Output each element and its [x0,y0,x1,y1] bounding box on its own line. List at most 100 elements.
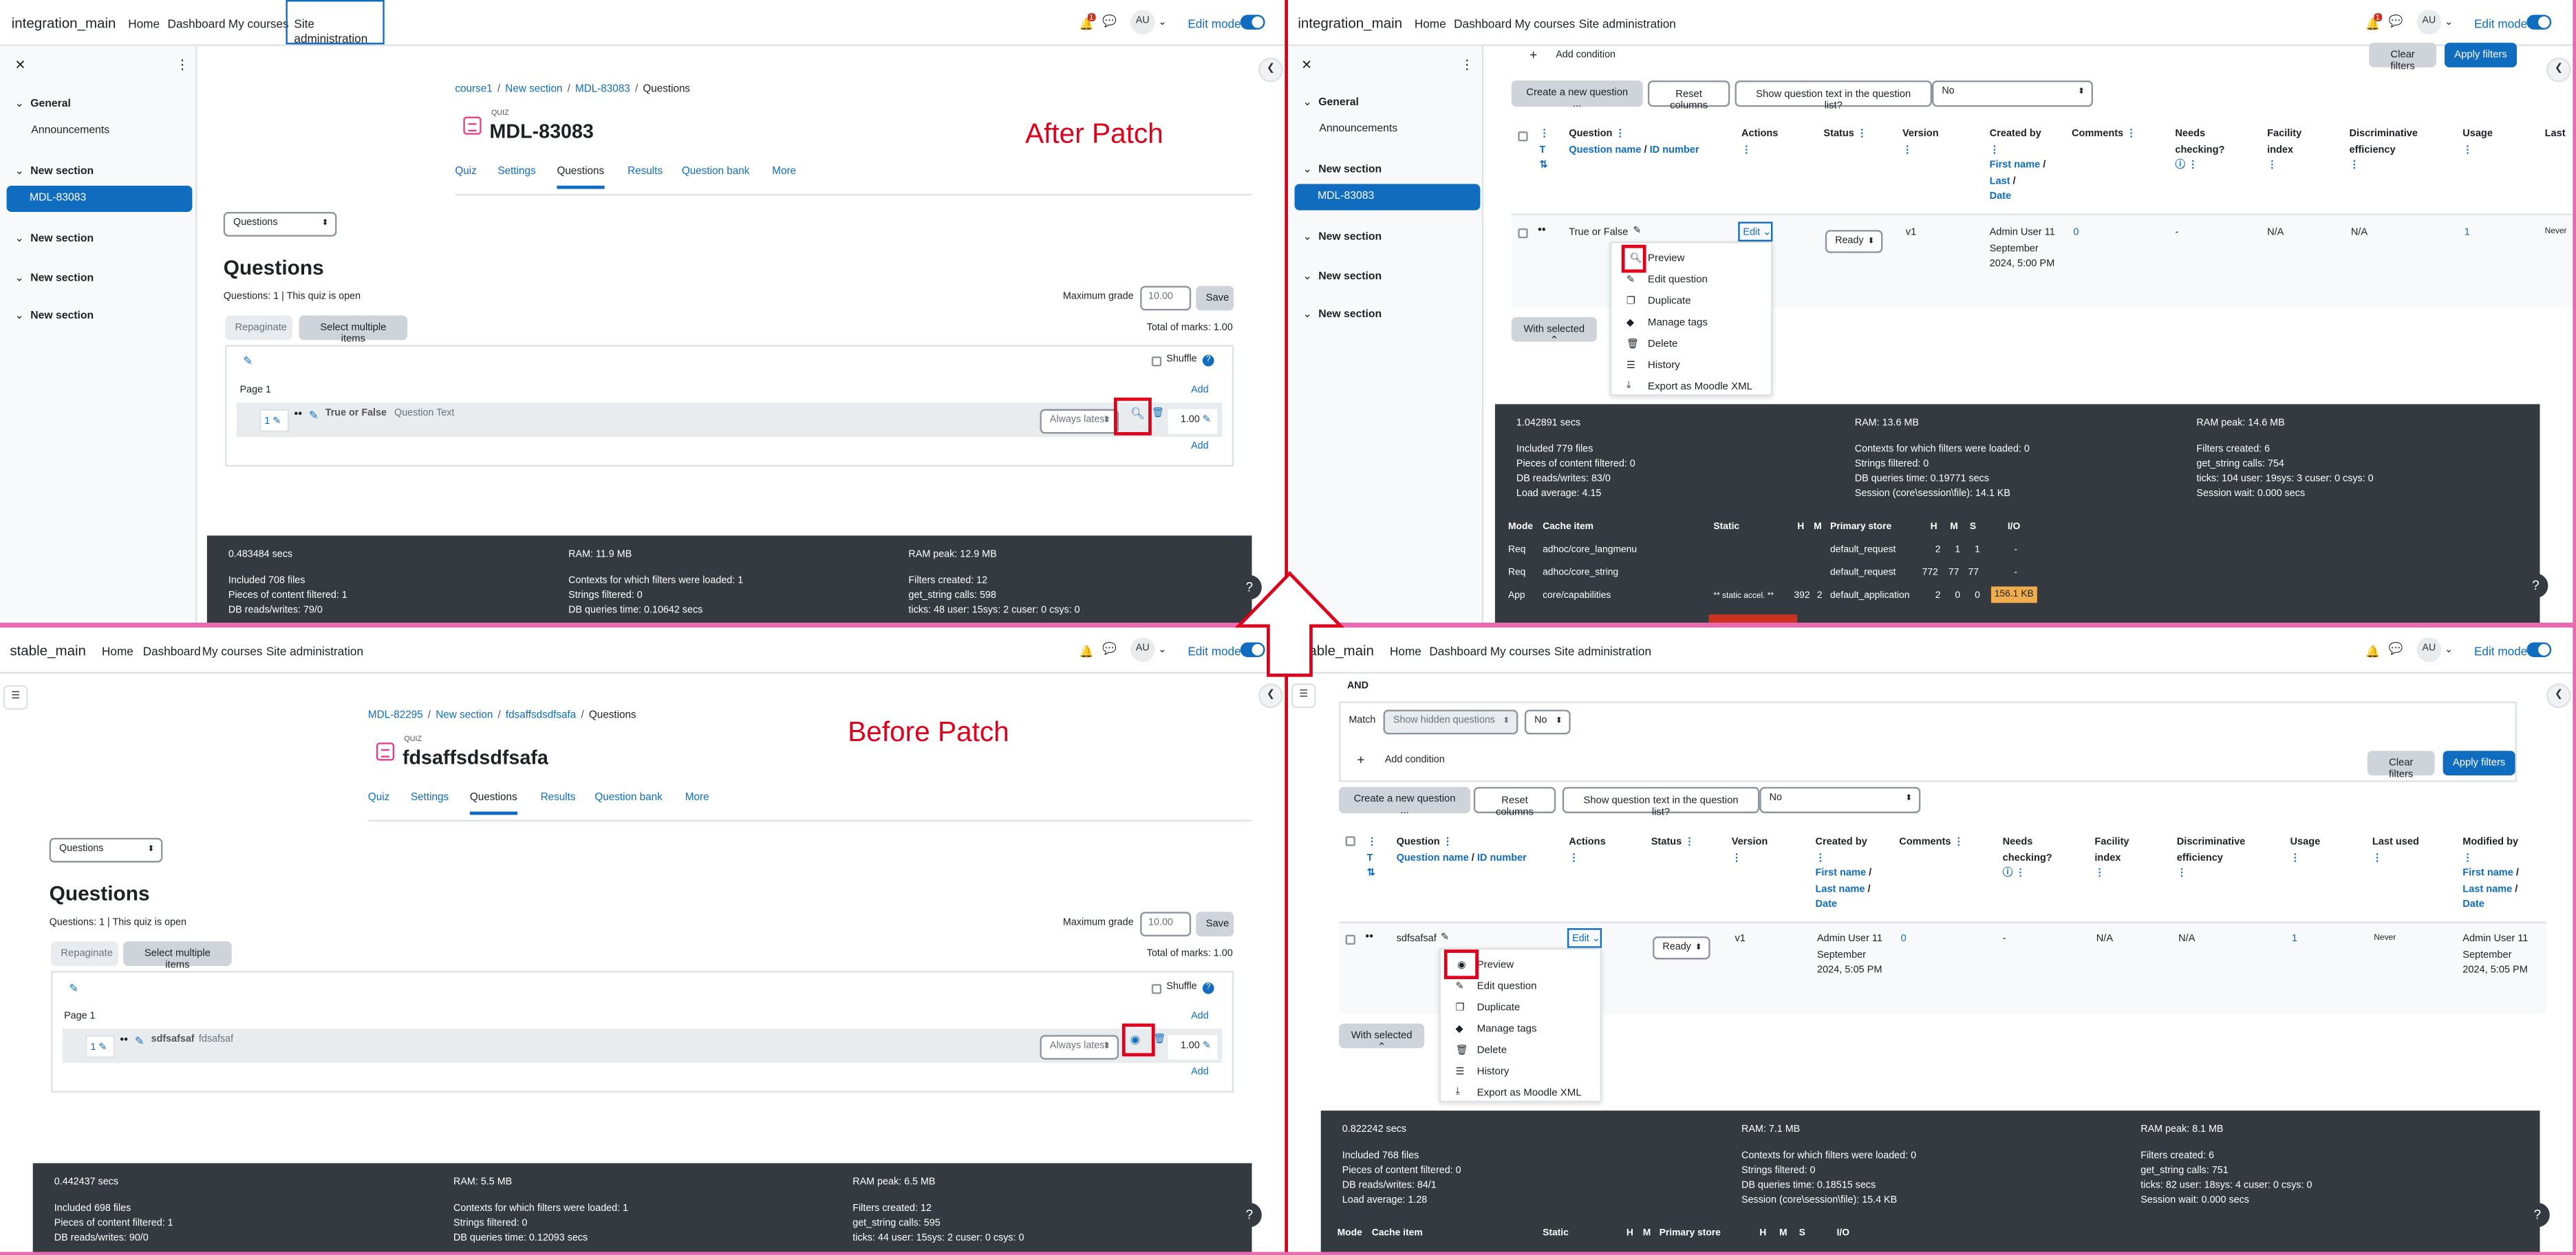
move-icon[interactable]: •• [120,1035,128,1047]
chevron-left-icon[interactable]: ❮ [1258,683,1283,709]
menu-delete[interactable]: Delete [1477,1045,1507,1057]
breadcrumb-section[interactable]: New section [505,84,562,96]
questions-select[interactable]: Questions [49,837,163,863]
col-type[interactable]: ⋮ T ⇅ [1539,127,1556,173]
col-comments[interactable]: Comments ⋮ [1899,835,1989,850]
nav-home[interactable]: Home [1390,644,1421,658]
breadcrumb-quiz[interactable]: fdsaffsdsdfsafa [506,710,576,722]
tab-questions[interactable]: Questions [557,166,605,189]
nav-dashboard[interactable]: Dashboard [143,644,201,658]
chat-icon[interactable]: 💬 [2389,14,2403,28]
col-needs-checking[interactable]: Needs checking? ⓘ ⋮ [2003,835,2069,881]
drawer-item-active[interactable]: MDL-83083 [1294,184,1481,211]
drawer-section-new-3[interactable]: New section [1302,270,1382,283]
edit-mode-toggle[interactable] [2526,642,2552,658]
tab-settings[interactable]: Settings [411,792,449,804]
nav-dashboard[interactable]: Dashboard [1454,17,1512,31]
col-status[interactable]: Status ⋮ [1651,835,1725,850]
pencil-icon[interactable]: ✎ [69,983,78,996]
chevron-down-icon[interactable]: ⌄ [1158,17,1166,28]
col-actions[interactable]: Actions ⋮ [1569,835,1635,866]
drawer-section-new-2[interactable]: New section [1302,230,1382,244]
select-multiple-button[interactable]: Select multiple items [299,315,408,345]
menu-history[interactable]: History [1648,360,1680,372]
menu-export-xml[interactable]: Export as Moodle XML [1477,1088,1582,1100]
edit-dropdown[interactable]: Edit ⌄ [1738,222,1773,242]
site-brand[interactable]: integration_main [1298,14,1402,31]
col-needs-checking[interactable]: Needs checking? ⓘ ⋮ [2175,127,2241,173]
chat-icon[interactable]: 💬 [2389,643,2403,656]
nav-home[interactable]: Home [1415,17,1446,31]
chevron-left-icon[interactable]: ❮ [2546,57,2571,83]
drawer-section-new-3[interactable]: New section [14,271,94,284]
move-icon[interactable]: •• [294,409,302,421]
chevron-left-icon[interactable]: ❮ [1258,57,1283,83]
tab-results[interactable]: Results [541,792,576,804]
row-usage[interactable]: 1 [2465,225,2470,241]
repaginate-button[interactable]: Repaginate [225,315,293,341]
status-select[interactable]: Ready [1653,936,1710,960]
question-name[interactable]: True or False [325,409,387,419]
drawer-section-general[interactable]: General [1302,95,1359,109]
kebab-icon[interactable]: ⋮ [1461,58,1474,72]
tab-question-bank[interactable]: Question bank [594,792,662,804]
reset-columns-button[interactable]: Reset columns [1473,786,1556,818]
pencil-icon[interactable]: ✎ [1441,932,1449,943]
plus-icon[interactable]: + [1357,753,1364,767]
nav-my-courses[interactable]: My courses [1490,644,1551,658]
drawer-section-general[interactable]: General [14,97,71,110]
with-selected-button[interactable]: With selected ⌃ [1511,317,1597,347]
help-button[interactable]: ? [1236,1202,1262,1227]
match-select[interactable]: Show hidden questions [1383,709,1518,735]
col-created-by[interactable]: Created by ⋮ First name / Last name / Date [1815,835,1887,912]
nav-home[interactable]: Home [128,17,160,31]
nav-my-courses[interactable]: My courses [202,644,263,658]
site-brand[interactable]: integration_main [12,14,116,31]
menu-manage-tags[interactable]: Manage tags [1477,1024,1537,1036]
help-icon[interactable]: ? [1202,982,1214,994]
create-question-button[interactable]: Create a new question ... [1339,786,1471,817]
save-button[interactable]: Save [1196,912,1234,937]
drawer-section-new-4[interactable]: New section [1302,308,1382,321]
nav-site-administration[interactable]: Site administration [1579,17,1676,31]
breadcrumb-course[interactable]: course1 [455,84,492,96]
col-created-by[interactable]: Created by ⋮ First name / Last / Date [1990,127,2062,204]
chat-icon[interactable]: 💬 [1102,14,1117,28]
col-version[interactable]: Version ⋮ [1902,127,1968,158]
menu-duplicate[interactable]: Duplicate [1648,296,1691,308]
tab-more[interactable]: More [772,166,796,178]
show-text-select[interactable]: No [1759,786,1921,813]
save-button[interactable]: Save [1196,286,1234,311]
open-drawer-icon[interactable]: ☰ [3,685,28,710]
col-question[interactable]: Question ⋮ Question name / ID number [1397,835,1553,866]
bell-icon[interactable]: 1 [1080,13,1095,30]
col-discriminative[interactable]: Discriminative efficiency ⋮ [2349,127,2451,173]
clear-filters-button[interactable]: Clear filters [2367,751,2435,780]
add-condition[interactable]: Add condition [1556,51,1616,61]
close-icon[interactable]: ✕ [14,58,25,72]
col-comments[interactable]: Comments ⋮ [2072,127,2162,142]
menu-duplicate[interactable]: Duplicate [1477,1002,1521,1014]
bell-icon[interactable] [2365,644,2380,657]
drawer-item-announcements[interactable]: Announcements [31,125,109,136]
tab-quiz[interactable]: Quiz [455,166,476,178]
tab-settings[interactable]: Settings [497,166,535,178]
row-usage[interactable]: 1 [2292,932,2297,947]
chevron-down-icon[interactable]: ⌄ [2445,17,2453,28]
create-question-button[interactable]: Create a new question ... [1511,80,1643,110]
breadcrumb-section[interactable]: New section [436,710,493,722]
drawer-item-announcements[interactable]: Announcements [1319,123,1397,135]
select-multiple-button[interactable]: Select multiple items [123,941,232,971]
repaginate-button[interactable]: Repaginate [51,941,118,966]
pencil-icon[interactable]: ✎ [1633,225,1641,237]
site-brand[interactable]: stable_main [10,643,86,659]
col-facility[interactable]: Facility index ⋮ [2267,127,2330,173]
menu-preview[interactable]: Preview [1477,959,1514,971]
drawer-section-new-2[interactable]: New section [14,232,94,245]
question-name[interactable]: sdfsafsaf [151,1035,195,1044]
trash-icon[interactable]: 🗑︎ [1153,1033,1166,1044]
tab-quiz[interactable]: Quiz [368,792,389,804]
tab-results[interactable]: Results [627,166,663,178]
tab-question-bank[interactable]: Question bank [682,166,749,178]
match-no-select[interactable]: No [1524,709,1571,735]
